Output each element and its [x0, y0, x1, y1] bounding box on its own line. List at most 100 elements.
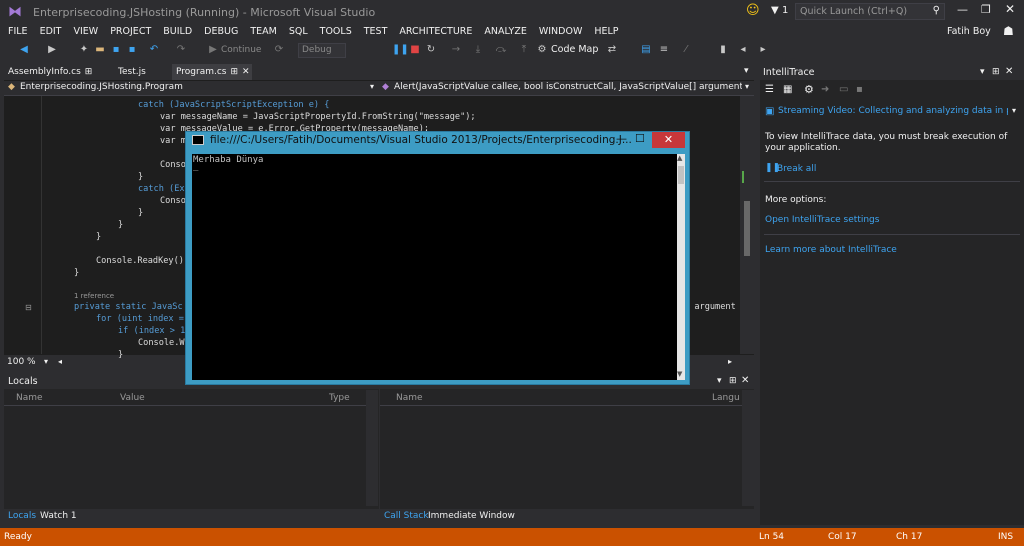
menu-team[interactable]: TEAM: [244, 24, 283, 40]
continue-label[interactable]: Continue: [221, 45, 261, 55]
back-icon[interactable]: ◀: [18, 44, 30, 56]
pin-icon[interactable]: ⊞: [230, 67, 238, 77]
save-all-icon[interactable]: ▪: [126, 44, 138, 56]
tab-call-stack[interactable]: Call Stack: [384, 511, 429, 521]
quick-launch-input[interactable]: Quick Launch (Ctrl+Q) ⚲: [795, 3, 945, 20]
zoom-level[interactable]: 100 %: [7, 357, 36, 367]
close-icon[interactable]: ✕: [1005, 66, 1013, 77]
restore-button[interactable]: ❐: [981, 3, 991, 16]
grid-view-icon[interactable]: ▦: [783, 84, 792, 95]
tab-immediate-window[interactable]: Immediate Window: [428, 511, 515, 521]
threads-icon[interactable]: ▤: [640, 44, 652, 56]
tab-test-js[interactable]: Test.js: [114, 64, 170, 80]
scroll-thumb[interactable]: [744, 201, 750, 256]
menu-test[interactable]: TEST: [358, 24, 394, 40]
next-bookmark-icon[interactable]: ▸: [757, 44, 769, 56]
scroll-left-icon[interactable]: ◂: [58, 357, 62, 366]
feedback-smiley-icon[interactable]: ☺: [746, 3, 760, 18]
align-icon[interactable]: ≡: [658, 44, 670, 56]
menu-file[interactable]: FILE: [2, 24, 34, 40]
console-scrollbar[interactable]: ▲ ▼: [677, 154, 685, 380]
scroll-up-icon[interactable]: ▲: [677, 154, 682, 162]
close-button[interactable]: ✕: [1005, 2, 1015, 16]
menu-sql[interactable]: SQL: [283, 24, 314, 40]
video-dropdown-icon[interactable]: ▾: [1012, 106, 1016, 115]
step-out-icon[interactable]: ⤒: [518, 44, 530, 56]
tab-locals[interactable]: Locals: [8, 511, 36, 521]
minimize-button[interactable]: —: [957, 3, 968, 16]
menu-tools[interactable]: TOOLS: [314, 24, 358, 40]
menu-view[interactable]: VIEW: [68, 24, 105, 40]
column-name[interactable]: Name: [396, 393, 423, 403]
open-log-icon[interactable]: ▭: [839, 84, 848, 95]
scroll-down-icon[interactable]: ▼: [677, 370, 682, 378]
settings-gear-icon[interactable]: ⚙: [804, 83, 814, 96]
open-intellitrace-settings-link[interactable]: Open IntelliTrace settings: [765, 215, 879, 225]
menu-edit[interactable]: EDIT: [34, 24, 68, 40]
column-name[interactable]: Name: [16, 393, 43, 403]
streaming-video-link[interactable]: Streaming Video: Collecting and analyzin…: [778, 106, 1008, 116]
zoom-dropdown-icon[interactable]: ▾: [44, 357, 48, 366]
tab-assemblyinfo[interactable]: AssemblyInfo.cs ⊞: [4, 64, 108, 80]
tab-watch-1[interactable]: Watch 1: [40, 511, 77, 521]
bookmark-icon[interactable]: ▮: [717, 44, 729, 56]
save-icon[interactable]: ▪: [110, 44, 122, 56]
scroll-right-icon[interactable]: ▸: [728, 357, 732, 366]
menu-project[interactable]: PROJECT: [104, 24, 157, 40]
comment-icon[interactable]: ⁄: [680, 44, 692, 56]
undo-icon[interactable]: ↶: [148, 44, 160, 56]
console-maximize-button[interactable]: ☐: [635, 132, 645, 145]
step-into-icon[interactable]: ⤓: [472, 44, 484, 56]
close-tab-icon[interactable]: ✕: [242, 67, 250, 77]
show-next-statement-icon[interactable]: →: [450, 44, 462, 56]
pin-icon[interactable]: ⊞: [992, 67, 1000, 77]
list-view-icon[interactable]: ☰: [765, 84, 774, 95]
console-close-button[interactable]: ✕: [652, 132, 685, 148]
restart-icon[interactable]: ↻: [425, 44, 437, 56]
prev-bookmark-icon[interactable]: ◂: [737, 44, 749, 56]
menu-debug[interactable]: DEBUG: [198, 24, 244, 40]
user-name[interactable]: Fatih Boy: [947, 26, 991, 37]
dropdown-icon[interactable]: ▾: [980, 67, 985, 77]
pin-icon[interactable]: ⊞: [85, 67, 93, 77]
save-log-icon[interactable]: ▪: [856, 84, 863, 95]
attach-icon[interactable]: ⟳: [273, 44, 285, 56]
column-type[interactable]: Type: [329, 393, 350, 403]
pin-icon[interactable]: ⊞: [729, 376, 737, 386]
class-combo[interactable]: Enterprisecoding.JSHosting.Program: [20, 82, 183, 92]
user-avatar-icon[interactable]: ☗: [1003, 24, 1014, 38]
menu-window[interactable]: WINDOW: [533, 24, 589, 40]
stop-icon[interactable]: ■: [409, 44, 421, 56]
console-window[interactable]: file:///C:/Users/Fatih/Documents/Visual …: [185, 131, 690, 385]
close-icon[interactable]: ✕: [741, 375, 749, 386]
column-value[interactable]: Value: [120, 393, 145, 403]
callstack-scrollbar[interactable]: [742, 390, 754, 506]
hex-icon[interactable]: ⇄: [606, 44, 618, 56]
forward-icon[interactable]: ▶: [46, 44, 58, 56]
dropdown-icon[interactable]: ▾: [717, 376, 722, 386]
menu-architecture[interactable]: ARCHITECTURE: [393, 24, 478, 40]
scroll-thumb[interactable]: [678, 166, 684, 184]
menu-build[interactable]: BUILD: [157, 24, 198, 40]
code-map-label[interactable]: Code Map: [551, 44, 598, 55]
menu-analyze[interactable]: ANALYZE: [478, 24, 532, 40]
notification-flag-icon[interactable]: ▼: [771, 5, 779, 16]
column-language[interactable]: Langu: [712, 393, 740, 403]
continue-icon[interactable]: ▶: [207, 44, 219, 56]
search-icon[interactable]: ⚲: [933, 5, 940, 16]
break-all-link[interactable]: Break all: [777, 164, 816, 174]
redo-icon[interactable]: ↷: [175, 44, 187, 56]
console-output-area[interactable]: Merhaba Dünya _: [192, 154, 677, 380]
new-project-icon[interactable]: ✦: [78, 44, 90, 56]
pause-icon[interactable]: ❚❚: [392, 44, 409, 56]
tab-overflow-icon[interactable]: ▾: [744, 66, 749, 76]
open-file-icon[interactable]: ▬: [94, 44, 106, 56]
code-map-icon[interactable]: ⚙: [536, 44, 548, 56]
menu-help[interactable]: HELP: [588, 24, 624, 40]
step-over-icon[interactable]: ⤼: [495, 44, 507, 56]
member-combo-arrow-icon[interactable]: ▾: [745, 82, 749, 91]
learn-more-link[interactable]: Learn more about IntelliTrace: [765, 245, 897, 255]
locals-scrollbar[interactable]: [366, 390, 378, 506]
config-dropdown[interactable]: Debug: [298, 43, 346, 58]
tab-program-cs[interactable]: Program.cs ⊞ ✕: [172, 64, 252, 80]
